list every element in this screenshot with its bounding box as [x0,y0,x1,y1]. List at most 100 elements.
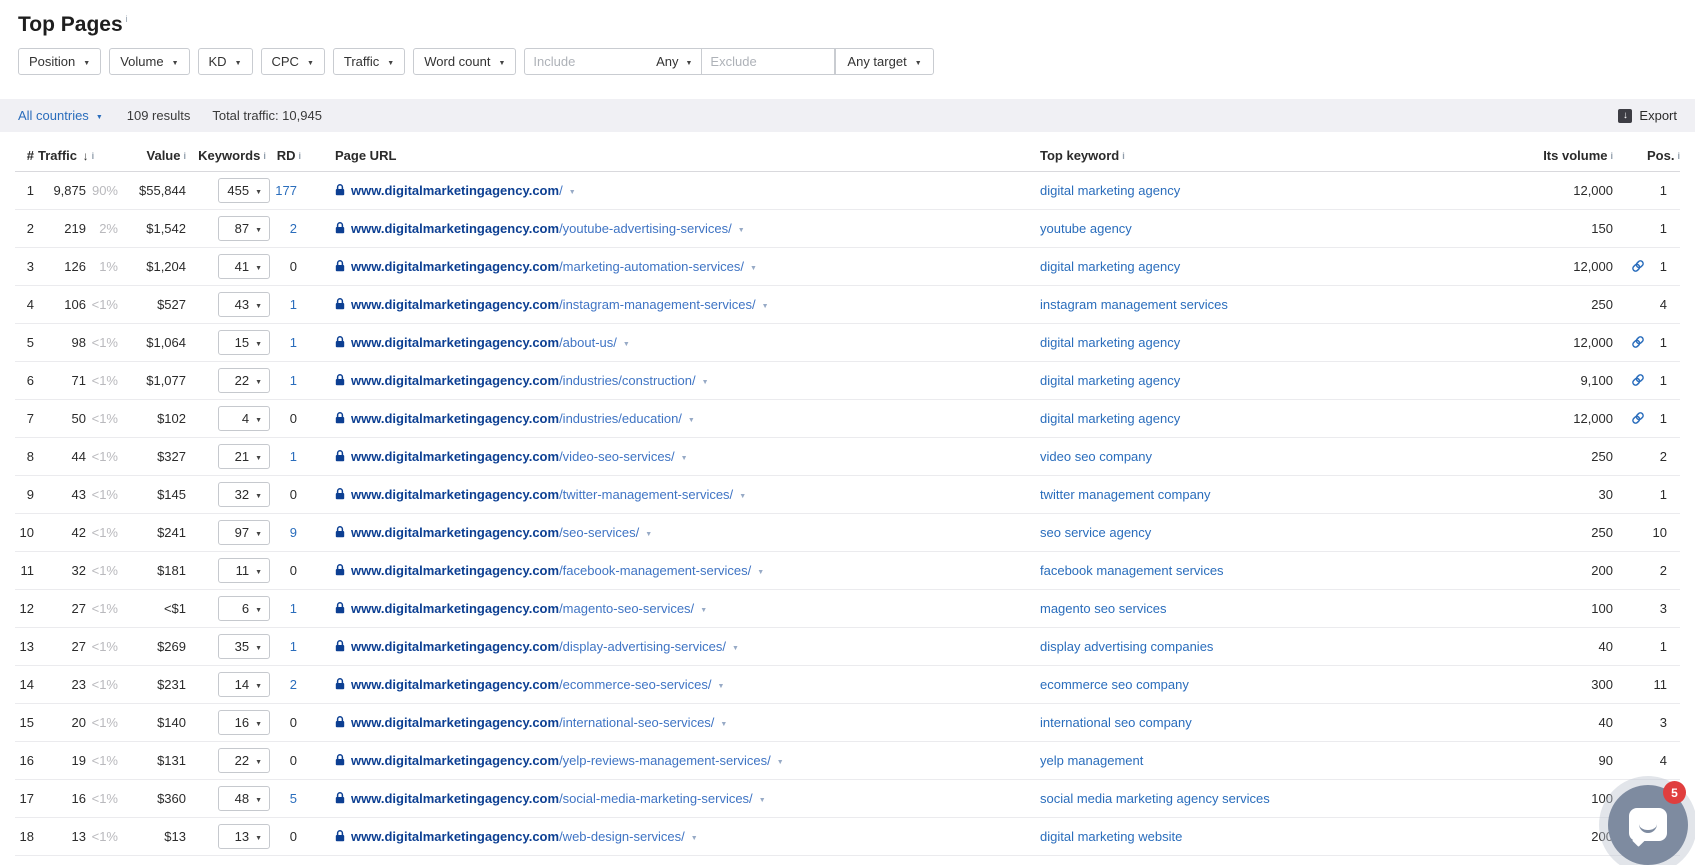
url-expand-caret[interactable] [700,601,707,616]
keywords-dropdown[interactable]: 22 [218,368,270,393]
rd-value[interactable]: 0 [274,817,301,855]
header-its-volume[interactable]: Its volume [1525,140,1617,171]
target-mode-select[interactable]: Any target [835,48,933,75]
url-expand-caret[interactable] [759,791,766,806]
top-keyword-link[interactable]: display advertising companies [1040,639,1213,654]
rd-value[interactable]: 1 [274,589,301,627]
keywords-dropdown[interactable]: 15 [218,330,270,355]
top-keyword-link[interactable]: seo service agency [1040,525,1151,540]
header-traffic[interactable]: Traffic ↓ [38,140,122,171]
keywords-dropdown[interactable]: 35 [218,634,270,659]
url-path-link[interactable]: /facebook-management-services/ [559,563,751,578]
url-path-link[interactable]: /magento-seo-services/ [559,601,694,616]
url-path-link[interactable]: /social-media-marketing-services/ [559,791,753,806]
rd-value[interactable]: 2 [274,665,301,703]
url-path-link[interactable]: / [559,183,563,198]
url-expand-caret[interactable] [732,639,739,654]
top-keyword-link[interactable]: ecommerce seo company [1040,677,1189,692]
rd-value[interactable]: 0 [274,399,301,437]
rd-value[interactable]: 0 [274,551,301,589]
url-domain-link[interactable]: www.digitalmarketingagency.com [351,335,559,350]
top-keyword-link[interactable]: twitter management company [1040,487,1211,502]
country-selector[interactable]: All countries [18,108,103,123]
url-domain-link[interactable]: www.digitalmarketingagency.com [351,259,559,274]
url-path-link[interactable]: /youtube-advertising-services/ [559,221,732,236]
url-expand-caret[interactable] [757,563,764,578]
rd-value[interactable]: 0 [274,475,301,513]
filter-volume[interactable]: Volume [109,48,189,75]
url-domain-link[interactable]: www.digitalmarketingagency.com [351,449,559,464]
rd-value[interactable]: 5 [274,779,301,817]
url-domain-link[interactable]: www.digitalmarketingagency.com [351,639,559,654]
top-keyword-link[interactable]: digital marketing agency [1040,335,1180,350]
url-path-link[interactable]: /industries/construction/ [559,373,696,388]
url-expand-caret[interactable] [688,411,695,426]
url-expand-caret[interactable] [762,297,769,312]
url-expand-caret[interactable] [623,335,630,350]
keywords-dropdown[interactable]: 43 [218,292,270,317]
keywords-dropdown[interactable]: 87 [218,216,270,241]
keywords-dropdown[interactable]: 11 [218,558,270,583]
url-path-link[interactable]: /marketing-automation-services/ [559,259,744,274]
top-keyword-link[interactable]: digital marketing agency [1040,411,1180,426]
url-expand-caret[interactable] [720,715,727,730]
keywords-dropdown[interactable]: 16 [218,710,270,735]
url-expand-caret[interactable] [777,753,784,768]
rd-value[interactable]: 1 [274,437,301,475]
top-keyword-link[interactable]: facebook management services [1040,563,1224,578]
url-domain-link[interactable]: www.digitalmarketingagency.com [351,373,559,388]
link-icon[interactable] [1631,259,1645,273]
top-keyword-link[interactable]: social media marketing agency services [1040,791,1270,806]
link-icon[interactable] [1631,335,1645,349]
url-expand-caret[interactable] [569,183,576,198]
url-domain-link[interactable]: www.digitalmarketingagency.com [351,411,559,426]
url-expand-caret[interactable] [718,677,725,692]
filter-word-count[interactable]: Word count [413,48,516,75]
export-button[interactable]: Export [1618,108,1677,123]
rd-value[interactable]: 2 [274,209,301,247]
rd-value[interactable]: 1 [274,627,301,665]
url-path-link[interactable]: /display-advertising-services/ [559,639,726,654]
header-rd[interactable]: RD [274,140,301,171]
top-keyword-link[interactable]: digital marketing agency [1040,259,1180,274]
url-domain-link[interactable]: www.digitalmarketingagency.com [351,791,559,806]
top-keyword-link[interactable]: youtube agency [1040,221,1132,236]
url-expand-caret[interactable] [738,221,745,236]
top-keyword-link[interactable]: video seo company [1040,449,1152,464]
rd-value[interactable]: 1 [274,285,301,323]
top-keyword-link[interactable]: instagram management services [1040,297,1228,312]
exclude-input[interactable] [702,54,834,69]
url-path-link[interactable]: /yelp-reviews-management-services/ [559,753,771,768]
keywords-dropdown[interactable]: 6 [218,596,270,621]
url-domain-link[interactable]: www.digitalmarketingagency.com [351,183,559,198]
url-path-link[interactable]: /about-us/ [559,335,617,350]
filter-kd[interactable]: KD [198,48,253,75]
keywords-dropdown[interactable]: 455 [218,178,270,203]
url-domain-link[interactable]: www.digitalmarketingagency.com [351,297,559,312]
keywords-dropdown[interactable]: 4 [218,406,270,431]
filter-position[interactable]: Position [18,48,101,75]
keywords-dropdown[interactable]: 21 [218,444,270,469]
url-expand-caret[interactable] [691,829,698,844]
keywords-dropdown[interactable]: 48 [218,786,270,811]
url-domain-link[interactable]: www.digitalmarketingagency.com [351,677,559,692]
url-path-link[interactable]: /ecommerce-seo-services/ [559,677,711,692]
rd-value[interactable]: 0 [274,247,301,285]
filter-traffic[interactable]: Traffic [333,48,405,75]
header-top-keyword[interactable]: Top keyword [1030,140,1525,171]
keywords-dropdown[interactable]: 32 [218,482,270,507]
url-domain-link[interactable]: www.digitalmarketingagency.com [351,487,559,502]
rd-value[interactable]: 0 [274,703,301,741]
header-pos[interactable]: Pos. [1647,140,1680,171]
top-keyword-link[interactable]: magento seo services [1040,601,1166,616]
url-path-link[interactable]: /industries/education/ [559,411,682,426]
rd-value[interactable]: 9 [274,513,301,551]
url-path-link[interactable]: /seo-services/ [559,525,639,540]
url-domain-link[interactable]: www.digitalmarketingagency.com [351,601,559,616]
keywords-dropdown[interactable]: 22 [218,748,270,773]
url-domain-link[interactable]: www.digitalmarketingagency.com [351,753,559,768]
include-input[interactable] [525,54,654,69]
link-icon[interactable] [1631,373,1645,387]
url-expand-caret[interactable] [750,259,757,274]
url-expand-caret[interactable] [645,525,652,540]
